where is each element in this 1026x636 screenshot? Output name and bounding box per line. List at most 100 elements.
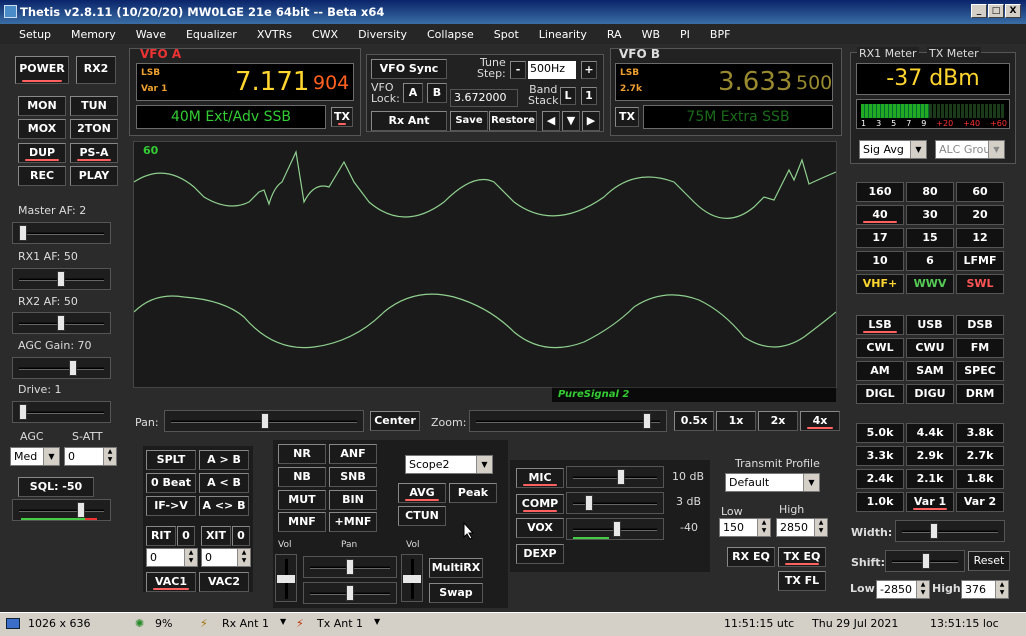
zoom-slider[interactable]: [469, 410, 667, 432]
close-button[interactable]: X: [1005, 4, 1021, 18]
band-17-button[interactable]: 17: [856, 228, 904, 248]
master-af-slider[interactable]: [12, 222, 111, 244]
peak-button[interactable]: Peak: [449, 483, 497, 503]
plus-mnf-button[interactable]: +MNF: [329, 512, 377, 532]
mode-am-button[interactable]: AM: [856, 361, 904, 381]
mode-cwu-button[interactable]: CWU: [906, 338, 954, 358]
mon-button[interactable]: MON: [18, 96, 66, 116]
transmit-profile-select[interactable]: Default ▼: [725, 473, 820, 492]
mode-sam-button[interactable]: SAM: [906, 361, 954, 381]
vfo-lock-b-button[interactable]: B: [427, 83, 447, 103]
comp-button[interactable]: COMP: [516, 494, 564, 514]
vfo-lock-a-button[interactable]: A: [403, 83, 423, 103]
rx-meter-mode-select[interactable]: Sig Avg ▼: [859, 140, 927, 159]
filter-low-input[interactable]: -2850 ▲ ▼: [876, 580, 930, 599]
avg-button[interactable]: AVG: [398, 483, 446, 503]
menu-equalizer[interactable]: Equalizer: [186, 28, 237, 41]
panadapter-display[interactable]: 60 PureSignal 2: [133, 141, 837, 402]
rit-clear-button[interactable]: 0: [177, 526, 195, 546]
mic-slider[interactable]: [566, 466, 664, 488]
band-vhf-button[interactable]: VHF+: [856, 274, 904, 294]
mode-fm-button[interactable]: FM: [956, 338, 1004, 358]
pan2-slider[interactable]: [303, 582, 397, 604]
status-tx-ant[interactable]: Tx Ant 1: [317, 617, 363, 630]
filter-var1-button[interactable]: Var 1: [906, 492, 954, 512]
a-swap-b-button[interactable]: A <> B: [199, 496, 249, 516]
save-button[interactable]: Save: [450, 111, 488, 131]
vfo-b-tx-button[interactable]: TX: [615, 107, 639, 127]
band-swl-button[interactable]: SWL: [956, 274, 1004, 294]
mode-drm-button[interactable]: DRM: [956, 384, 1004, 404]
psa-button[interactable]: PS-A: [70, 143, 118, 163]
agc-gain-slider[interactable]: [12, 357, 111, 379]
menu-wb[interactable]: WB: [642, 28, 660, 41]
lock-freq-field[interactable]: 3.672000: [450, 89, 518, 107]
rit-button[interactable]: RIT: [146, 526, 176, 546]
rx-ant-button[interactable]: Rx Ant: [371, 111, 447, 131]
vfo-a-display[interactable]: LSB Var 1 7.171 904: [136, 63, 354, 101]
filter-2-1k-button[interactable]: 2.1k: [906, 469, 954, 489]
xit-value-input[interactable]: 0 ▲ ▼: [201, 548, 251, 567]
filter-5-0k-button[interactable]: 5.0k: [856, 423, 904, 443]
menu-cwx[interactable]: CWX: [312, 28, 338, 41]
menu-bpf[interactable]: BPF: [710, 28, 731, 41]
vol1-slider[interactable]: [275, 554, 297, 602]
vac2-button[interactable]: VAC2: [199, 572, 249, 592]
vac1-button[interactable]: VAC1: [146, 572, 196, 592]
vox-button[interactable]: VOX: [516, 518, 564, 538]
vox-slider[interactable]: [566, 518, 664, 540]
satt-input[interactable]: 0 ▲ ▼: [64, 447, 117, 466]
status-rx-ant[interactable]: Rx Ant 1: [222, 617, 269, 630]
rec-button[interactable]: REC: [18, 166, 66, 186]
band-160-button[interactable]: 160: [856, 182, 904, 202]
band-down-button[interactable]: ▼: [562, 111, 580, 131]
swap-button[interactable]: Swap: [429, 583, 483, 603]
band-12-button[interactable]: 12: [956, 228, 1004, 248]
vfo-sync-button[interactable]: VFO Sync: [371, 59, 447, 79]
rx1-af-slider[interactable]: [12, 268, 111, 290]
filter-3-8k-button[interactable]: 3.8k: [956, 423, 1004, 443]
filter-reset-button[interactable]: Reset: [968, 551, 1010, 571]
dexp-button[interactable]: DEXP: [516, 544, 564, 564]
zoom-4x-button[interactable]: 4x: [800, 411, 840, 431]
xit-button[interactable]: XIT: [201, 526, 231, 546]
menu-ra[interactable]: RA: [607, 28, 622, 41]
multirx-button[interactable]: MultiRX: [429, 558, 483, 578]
play-button[interactable]: PLAY: [70, 166, 118, 186]
mode-digl-button[interactable]: DIGL: [856, 384, 904, 404]
filter-shift-slider[interactable]: [885, 550, 965, 572]
filter-2-7k-button[interactable]: 2.7k: [956, 446, 1004, 466]
a-to-b-button[interactable]: A > B: [199, 450, 249, 470]
xit-clear-button[interactable]: 0: [232, 526, 250, 546]
rx-ant-dropdown-icon[interactable]: ▼: [280, 617, 286, 626]
zoom-1x-button[interactable]: 1x: [716, 411, 756, 431]
filter-3-3k-button[interactable]: 3.3k: [856, 446, 904, 466]
mode-dsb-button[interactable]: DSB: [956, 315, 1004, 335]
band-40-button[interactable]: 40: [856, 205, 904, 225]
vfo-b-display[interactable]: LSB 2.7k 3.633 500: [615, 63, 833, 101]
tx-low-input[interactable]: 150 ▲ ▼: [719, 518, 771, 537]
anf-button[interactable]: ANF: [329, 444, 377, 464]
menu-xvtrs[interactable]: XVTRs: [257, 28, 292, 41]
tx-eq-button[interactable]: TX EQ: [778, 547, 826, 567]
rx2-af-slider[interactable]: [12, 312, 111, 334]
ctun-button[interactable]: CTUN: [398, 506, 446, 526]
b-to-a-button[interactable]: A < B: [199, 473, 249, 493]
filter-high-input[interactable]: 376 ▲ ▼: [961, 580, 1009, 599]
zoom-0-5x-button[interactable]: 0.5x: [674, 411, 714, 431]
mox-button[interactable]: MOX: [18, 119, 66, 139]
snb-button[interactable]: SNB: [329, 467, 377, 487]
minimize-button[interactable]: _: [971, 4, 987, 18]
band-80-button[interactable]: 80: [906, 182, 954, 202]
restore-button[interactable]: Restore: [489, 111, 537, 131]
bin-button[interactable]: BIN: [329, 490, 377, 510]
filter-1-8k-button[interactable]: 1.8k: [956, 469, 1004, 489]
band-stack-l-button[interactable]: L: [560, 87, 576, 105]
split-button[interactable]: SPLT: [146, 450, 196, 470]
tx-meter-mode-select[interactable]: ALC Group ▼: [935, 140, 1005, 159]
tx-ant-dropdown-icon[interactable]: ▼: [374, 617, 380, 626]
mode-usb-button[interactable]: USB: [906, 315, 954, 335]
nr-button[interactable]: NR: [278, 444, 326, 464]
nb-button[interactable]: NB: [278, 467, 326, 487]
pan-slider[interactable]: [164, 410, 364, 432]
